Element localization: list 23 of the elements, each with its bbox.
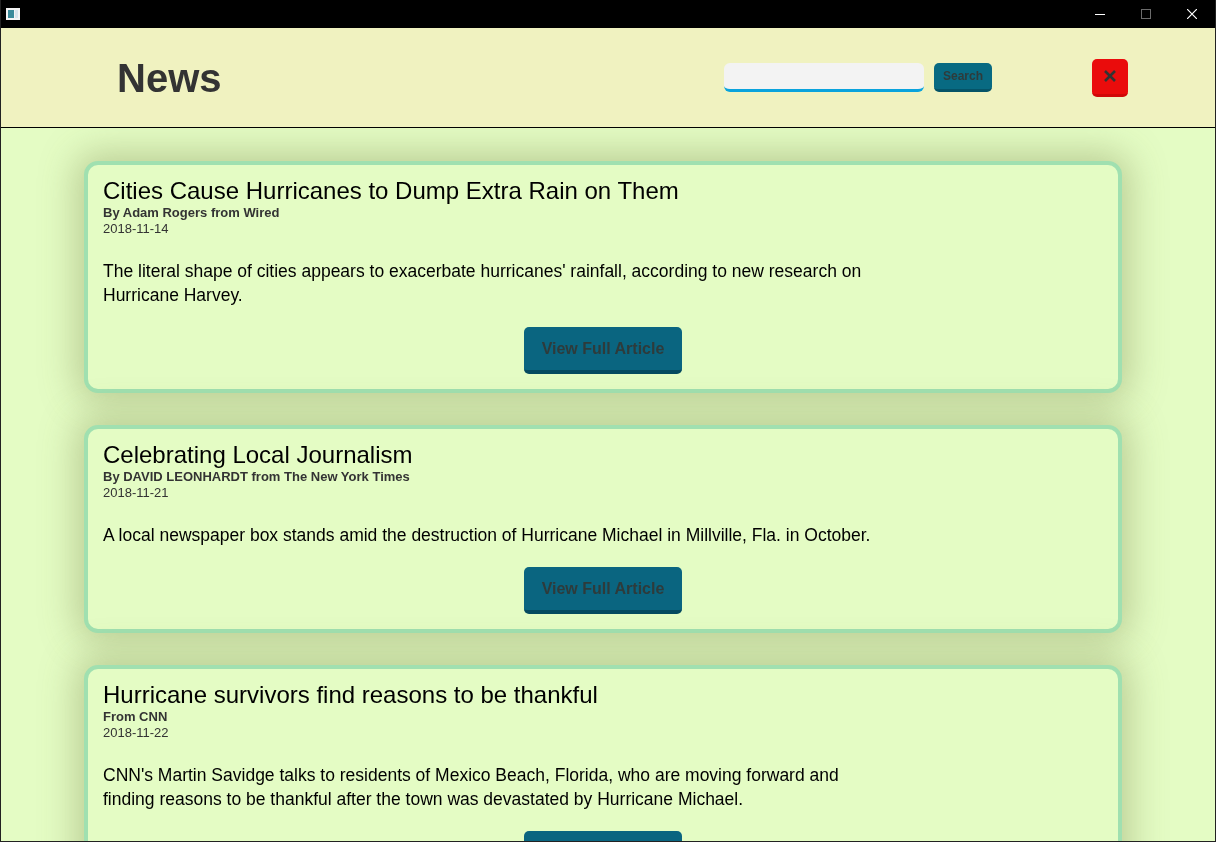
close-icon xyxy=(1104,70,1116,82)
article-date: 2018-11-22 xyxy=(103,725,169,741)
search-field[interactable] xyxy=(724,63,924,92)
minimize-icon xyxy=(1095,13,1105,15)
article-summary: The literal shape of cities appears to exacerbate hurricanes' rainfall, according to new research on Hurricane Harvey. xyxy=(103,260,863,307)
article-title: Hurricane survivors find reasons to be thankful xyxy=(103,681,598,709)
maximize-icon xyxy=(1141,9,1151,19)
article-byline: By Adam Rogers from Wired xyxy=(103,205,280,221)
close-button[interactable] xyxy=(1092,58,1128,97)
article-summary: CNN's Martin Savidge talks to residents of Mexico Beach, Florida, who are moving forward and finding reasons to be thankful after the town was devastated by Hurricane Michael. xyxy=(103,764,840,811)
article-summary: A local newspaper box stands amid the destruction of Hurricane Michael in Millville, Fla. in October. xyxy=(103,524,871,547)
article-title: Celebrating Local Journalism xyxy=(103,441,413,469)
search-button[interactable]: Search xyxy=(934,63,992,92)
view-article-button[interactable]: View Full Article xyxy=(524,327,682,374)
article-title: Cities Cause Hurricanes to Dump Extra Rain on Them xyxy=(103,177,679,205)
close-icon xyxy=(1187,9,1197,19)
article-date: 2018-11-14 xyxy=(103,221,169,237)
page-title: News xyxy=(117,54,222,101)
article-byline: By DAVID LEONHARDT from The New York Times xyxy=(103,469,410,485)
app-icon xyxy=(6,8,20,20)
article-date: 2018-11-21 xyxy=(103,485,169,501)
article-byline: From CNN xyxy=(103,709,168,725)
view-article-button[interactable]: View Full Article xyxy=(524,567,682,614)
